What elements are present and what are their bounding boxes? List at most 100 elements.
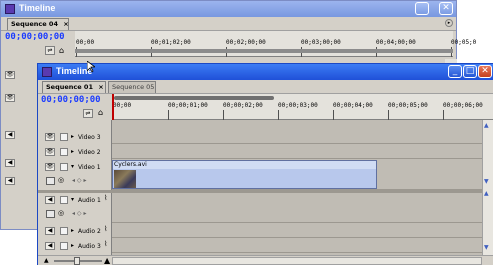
lock-box[interactable] xyxy=(60,148,68,156)
ruler-tick-label: 00;05;0 xyxy=(451,39,477,46)
playhead[interactable] xyxy=(112,94,114,120)
expand-triangle-icon[interactable]: ▾ xyxy=(71,163,74,170)
close-button[interactable]: ✕ xyxy=(478,65,492,78)
clip-cyclers[interactable]: Cyclers.avi xyxy=(112,160,377,189)
keyframe-icon[interactable]: ◎ xyxy=(58,176,64,184)
lock-box[interactable] xyxy=(60,133,68,141)
ruler-tick-mark xyxy=(388,110,389,120)
tab-sequence-01[interactable]: Sequence 01 × xyxy=(42,81,106,93)
keyframe-icon[interactable]: ◎ xyxy=(58,209,64,217)
lock-box[interactable] xyxy=(60,242,68,250)
eye-icon[interactable]: 👁 xyxy=(45,148,55,156)
front-header-area: 00;00;00;00 ⇌ ⌂ 00;00 00;00;01;00 00;00;02… xyxy=(38,93,493,120)
minimize-button[interactable]: _ xyxy=(448,65,462,78)
panel-menu-icon[interactable]: ▸ xyxy=(445,19,453,27)
mouse-cursor-icon xyxy=(87,61,95,73)
horizontal-scrollbar[interactable] xyxy=(112,257,482,265)
zoom-bar: ▲ ▲ xyxy=(38,255,493,265)
expand-triangle-icon[interactable]: ▸ xyxy=(71,133,74,140)
audio-1-lane[interactable] xyxy=(112,193,482,223)
ruler-tick-label: 00;00;05;00 xyxy=(388,102,428,109)
scroll-up-icon[interactable]: ▲ xyxy=(484,190,489,197)
track-type-icon: ⌇ xyxy=(104,225,108,233)
ruler-tick-mark xyxy=(443,110,444,120)
tab-close-icon[interactable]: × xyxy=(63,20,68,28)
snap-icon[interactable]: ⇌ xyxy=(83,109,93,118)
speaker-icon[interactable]: ◀ xyxy=(45,227,55,235)
marker-icon[interactable]: ⌂ xyxy=(98,108,103,117)
back-speaker-icon[interactable]: ◀ xyxy=(5,131,15,139)
video-2-lane[interactable] xyxy=(112,145,482,159)
tab-close-icon[interactable]: × xyxy=(98,83,103,91)
back-speaker-icon[interactable]: ◀ xyxy=(5,177,15,185)
ruler-tick-mark xyxy=(333,110,334,120)
display-style-icon[interactable] xyxy=(46,210,55,218)
front-timeline-window: Timeline _ □ ✕ Sequence 01 × Sequence 05… xyxy=(37,61,493,265)
track-video-2: 👁 ▸ Video 2 xyxy=(38,145,482,159)
tab-sequence-05[interactable]: Sequence 05 xyxy=(108,81,156,93)
front-timecode[interactable]: 00;00;00;00 xyxy=(41,95,101,105)
work-area-bar[interactable] xyxy=(114,96,274,100)
zoom-out-icon[interactable]: ▲ xyxy=(44,257,49,264)
restore-icon[interactable] xyxy=(415,2,429,15)
speaker-icon[interactable]: ◀ xyxy=(45,196,55,204)
snap-icon[interactable]: ⇌ xyxy=(45,46,55,55)
audio-3-lane[interactable] xyxy=(112,239,482,253)
expand-triangle-icon[interactable]: ▸ xyxy=(71,242,74,249)
expand-triangle-icon[interactable]: ▾ xyxy=(71,196,74,203)
back-title-bar[interactable]: Timeline ✕ xyxy=(1,1,456,17)
back-speaker-icon[interactable]: ◀ xyxy=(5,159,15,167)
front-title-bar[interactable]: Timeline _ □ ✕ xyxy=(38,64,493,80)
keyframe-nav-icon[interactable]: ◂ ◇ ▸ xyxy=(72,210,86,217)
keyframe-nav-icon[interactable]: ◂ ◇ ▸ xyxy=(72,177,86,184)
video-3-lane[interactable] xyxy=(112,130,482,144)
back-ruler[interactable]: 00;00 00;01;02;00 00;02;00;00 00;03;00;00 00… xyxy=(75,31,476,57)
display-style-icon[interactable] xyxy=(46,177,55,185)
clip-thumbnail xyxy=(114,170,136,188)
close-button[interactable]: ✕ xyxy=(439,2,453,15)
lock-box[interactable] xyxy=(60,227,68,235)
lock-box[interactable] xyxy=(60,163,68,171)
premiere-app-icon xyxy=(5,4,15,14)
track-audio-1: ◀ ▾ Audio 1 ⌇ ◎ ◂ ◇ ▸ xyxy=(38,193,482,223)
front-ruler[interactable]: 00;00 00;00;01;00 00;00;02;00 00;00;03;00 00… xyxy=(112,94,493,120)
track-name: Audio 2 xyxy=(78,228,101,235)
ruler-tick-label: 00;00 xyxy=(76,39,95,46)
zoom-in-icon[interactable]: ▲ xyxy=(104,256,110,265)
scroll-down-icon[interactable]: ▼ xyxy=(484,178,489,185)
eye-icon[interactable]: 👁 xyxy=(45,133,55,141)
ruler-tick-label: 00;00;04;00 xyxy=(333,102,373,109)
work-area-bar[interactable] xyxy=(75,49,453,53)
scroll-up-icon[interactable]: ▲ xyxy=(484,122,489,129)
clip-name: Cyclers.avi xyxy=(114,161,147,168)
marker-icon[interactable]: ⌂ xyxy=(59,46,64,55)
track-name: Audio 3 xyxy=(78,243,101,250)
clip-header xyxy=(113,161,376,169)
back-eye-icon[interactable]: 👁 xyxy=(5,71,15,79)
ruler-tick-mark xyxy=(168,110,169,120)
track-audio-2: ◀ ▸ Audio 2 ⌇ xyxy=(38,224,482,238)
track-type-icon: ⌇ xyxy=(104,240,108,248)
ruler-tick-label: 00;00;03;00 xyxy=(278,102,318,109)
back-eye-icon[interactable]: 👁 xyxy=(5,94,15,102)
back-timecode[interactable]: 00;00;00;00 xyxy=(5,32,65,42)
expand-triangle-icon[interactable]: ▸ xyxy=(71,148,74,155)
ruler-tick-mark xyxy=(223,110,224,120)
zoom-slider-thumb[interactable] xyxy=(74,257,80,265)
ruler-tick-label: 00;00;02;00 xyxy=(223,102,263,109)
maximize-button[interactable]: □ xyxy=(463,65,477,78)
expand-triangle-icon[interactable]: ▸ xyxy=(71,227,74,234)
ruler-tick-label: 00;00;06;00 xyxy=(443,102,483,109)
vertical-scrollbar[interactable]: ▲ ▼ ▲ ▼ xyxy=(482,120,493,255)
lock-box[interactable] xyxy=(60,196,68,204)
eye-icon[interactable]: 👁 xyxy=(45,163,55,171)
scroll-down-icon[interactable]: ▼ xyxy=(484,244,489,251)
back-window-title: Timeline xyxy=(19,3,56,13)
tab-sequence-04[interactable]: Sequence 04 × xyxy=(7,18,69,30)
ruler-tick-label: 00;00;01;00 xyxy=(168,102,208,109)
speaker-icon[interactable]: ◀ xyxy=(45,242,55,250)
track-type-icon: ⌇ xyxy=(104,194,108,202)
track-name: Audio 1 xyxy=(78,197,101,204)
back-ruler-ticks: 00;00 00;01;02;00 00;02;00;00 00;03;00;00 00… xyxy=(75,31,476,57)
audio-2-lane[interactable] xyxy=(112,224,482,238)
